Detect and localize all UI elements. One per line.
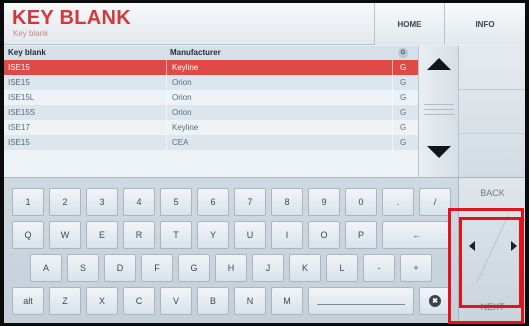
key-s[interactable]: S bbox=[67, 254, 99, 282]
g-cell: G bbox=[392, 60, 418, 75]
key-o[interactable]: O bbox=[308, 221, 340, 249]
on-screen-keyboard: 1 2 3 4 5 6 7 8 9 0 . / Q W E R T Y U I … bbox=[4, 177, 458, 323]
home-button[interactable]: HOME bbox=[374, 3, 444, 45]
key-slash[interactable]: / bbox=[419, 188, 451, 216]
header-bar: KEY BLANK Key blank HOME INFO bbox=[4, 3, 525, 45]
g-cell: G bbox=[392, 90, 418, 105]
key-0[interactable]: 0 bbox=[345, 188, 377, 216]
right-side-panel bbox=[458, 46, 525, 177]
key-5[interactable]: 5 bbox=[160, 188, 192, 216]
g-cell: G bbox=[392, 105, 418, 120]
manufacturer-cell: Keyline bbox=[166, 60, 392, 75]
key-i[interactable]: I bbox=[271, 221, 303, 249]
column-g: G bbox=[398, 48, 408, 58]
key-c[interactable]: C bbox=[123, 287, 155, 315]
alt-key[interactable]: alt bbox=[12, 287, 44, 315]
arrow-down-icon[interactable] bbox=[427, 146, 451, 158]
table-empty-area bbox=[4, 150, 418, 177]
scroll-thumb[interactable] bbox=[424, 104, 454, 120]
column-key-blank: Key blank bbox=[8, 48, 46, 57]
table-row[interactable]: ISE15 CEA G bbox=[4, 135, 418, 150]
manufacturer-cell: CEA bbox=[166, 135, 392, 150]
back-button[interactable]: BACK bbox=[459, 178, 525, 208]
space-key[interactable] bbox=[308, 287, 414, 315]
key-1[interactable]: 1 bbox=[12, 188, 44, 216]
key-blank-cell: ISE15S bbox=[8, 108, 36, 117]
key-blank-cell: ISE15L bbox=[8, 93, 35, 102]
key-blank-screen: KEY BLANK Key blank HOME INFO Key blank … bbox=[4, 3, 525, 323]
table-row[interactable]: ISE15S Orion G bbox=[4, 105, 418, 120]
key-7[interactable]: 7 bbox=[234, 188, 266, 216]
key-3[interactable]: 3 bbox=[86, 188, 118, 216]
key-v[interactable]: V bbox=[160, 287, 192, 315]
key-blank-cell: ISE15 bbox=[8, 78, 30, 87]
key-n[interactable]: N bbox=[234, 287, 266, 315]
key-b[interactable]: B bbox=[197, 287, 229, 315]
annotation-box-inner bbox=[459, 217, 522, 308]
key-k[interactable]: K bbox=[289, 254, 321, 282]
manufacturer-cell: Orion bbox=[166, 90, 392, 105]
key-j[interactable]: J bbox=[252, 254, 284, 282]
backspace-key[interactable]: ← bbox=[382, 221, 451, 249]
key-8[interactable]: 8 bbox=[271, 188, 303, 216]
delete-icon: ✖ bbox=[429, 295, 441, 307]
manufacturer-cell: Orion bbox=[166, 75, 392, 90]
key-l[interactable]: L bbox=[326, 254, 358, 282]
key-blank-cell: ISE15 bbox=[8, 63, 30, 72]
table-row[interactable]: ISE15 Keyline G bbox=[4, 60, 418, 75]
key-minus[interactable]: - bbox=[363, 254, 395, 282]
key-g[interactable]: G bbox=[178, 254, 210, 282]
key-blank-cell: ISE17 bbox=[8, 123, 30, 132]
key-period[interactable]: . bbox=[382, 188, 414, 216]
page-title: KEY BLANK bbox=[12, 7, 132, 29]
table-row[interactable]: ISE17 Keyline G bbox=[4, 120, 418, 135]
key-t[interactable]: T bbox=[160, 221, 192, 249]
key-9[interactable]: 9 bbox=[308, 188, 340, 216]
key-z[interactable]: Z bbox=[49, 287, 81, 315]
key-plus[interactable]: + bbox=[400, 254, 432, 282]
info-button[interactable]: INFO bbox=[444, 3, 525, 45]
key-q[interactable]: Q bbox=[12, 221, 44, 249]
key-x[interactable]: X bbox=[86, 287, 118, 315]
key-6[interactable]: 6 bbox=[197, 188, 229, 216]
key-e[interactable]: E bbox=[86, 221, 118, 249]
key-r[interactable]: R bbox=[123, 221, 155, 249]
key-blank-cell: ISE15 bbox=[8, 138, 30, 147]
key-u[interactable]: U bbox=[234, 221, 266, 249]
column-manufacturer: Manufacturer bbox=[170, 48, 221, 57]
g-cell: G bbox=[392, 75, 418, 90]
key-2[interactable]: 2 bbox=[49, 188, 81, 216]
list-scrollbar[interactable] bbox=[418, 46, 458, 177]
key-w[interactable]: W bbox=[49, 221, 81, 249]
table-row[interactable]: ISE15 Orion G bbox=[4, 75, 418, 90]
key-f[interactable]: F bbox=[141, 254, 173, 282]
key-p[interactable]: P bbox=[345, 221, 377, 249]
key-m[interactable]: M bbox=[271, 287, 303, 315]
key-h[interactable]: H bbox=[215, 254, 247, 282]
arrow-up-icon[interactable] bbox=[427, 58, 451, 70]
table-header: Key blank Manufacturer G bbox=[4, 46, 418, 60]
key-4[interactable]: 4 bbox=[123, 188, 155, 216]
g-cell: G bbox=[392, 120, 418, 135]
delete-key[interactable]: ✖ bbox=[419, 287, 451, 315]
g-cell: G bbox=[392, 135, 418, 150]
key-y[interactable]: Y bbox=[197, 221, 229, 249]
key-d[interactable]: D bbox=[104, 254, 136, 282]
manufacturer-cell: Keyline bbox=[166, 120, 392, 135]
key-a[interactable]: A bbox=[30, 254, 62, 282]
page-subtitle: Key blank bbox=[13, 29, 49, 38]
table-row[interactable]: ISE15L Orion G bbox=[4, 90, 418, 105]
space-bar-line bbox=[317, 304, 405, 305]
manufacturer-cell: Orion bbox=[166, 105, 392, 120]
